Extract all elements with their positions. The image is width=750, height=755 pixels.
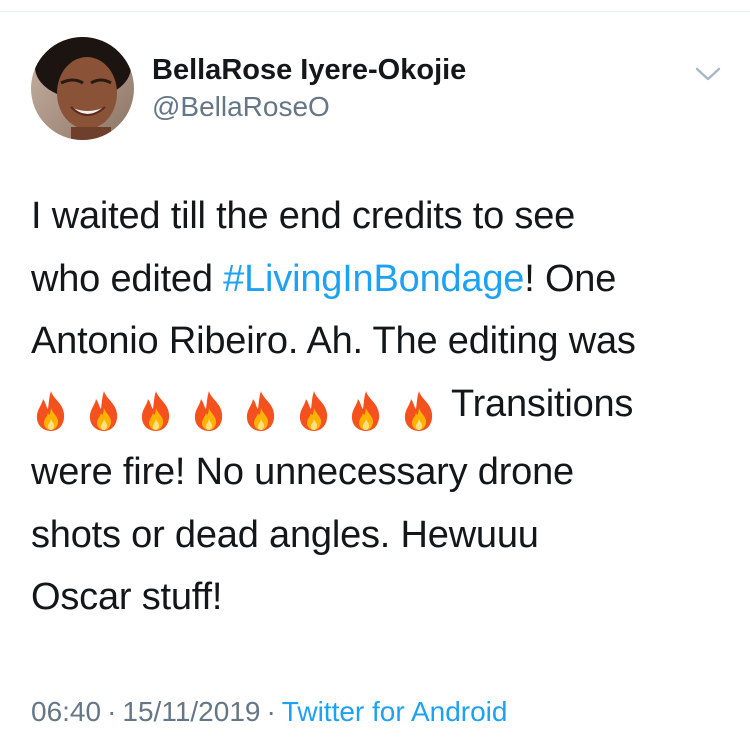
tweet-time: 06:40: [31, 696, 102, 727]
fire-emoji-icon: [189, 390, 229, 432]
tweet-line: Antonio Ribeiro. Ah. The editing was: [31, 320, 636, 362]
fire-emoji-icon: [346, 390, 386, 432]
avatar-photo-icon: [31, 37, 134, 140]
display-name[interactable]: BellaRose Iyere-Okojie: [152, 53, 466, 87]
chevron-down-icon: [695, 67, 721, 81]
tweet-line: Oscar stuff!: [31, 576, 223, 618]
user-handle[interactable]: @BellaRoseO: [152, 91, 330, 123]
top-divider: [0, 11, 750, 12]
tweet-meta: 06:40 · 15/11/2019 · Twitter for Android: [31, 694, 507, 730]
tweet-text-segment: who edited: [31, 257, 224, 300]
fire-emoji-icon: [399, 390, 439, 432]
tweet-source-link[interactable]: Twitter for Android: [282, 696, 508, 727]
fire-emoji-icon: [241, 390, 281, 432]
tweet-line: Transitions: [31, 373, 731, 442]
fire-emoji-row: [31, 379, 451, 442]
avatar[interactable]: [31, 37, 134, 140]
tweet-text-segment: ! One: [524, 257, 617, 300]
meta-separator: ·: [107, 696, 117, 727]
more-options-button[interactable]: [690, 60, 726, 88]
tweet-date: 15/11/2019: [122, 696, 261, 727]
tweet-line: I waited till the end credits to see: [31, 195, 576, 237]
fire-emoji-icon: [31, 390, 71, 432]
meta-separator: ·: [266, 696, 276, 727]
fire-emoji-icon: [84, 390, 124, 432]
fire-emoji-icon: [136, 390, 176, 432]
tweet-line: who edited #LivingInBondage! One: [31, 248, 731, 311]
tweet-body: I waited till the end credits to see who…: [31, 185, 731, 629]
fire-emoji-icon: [294, 390, 334, 432]
hashtag-link[interactable]: #LivingInBondage: [223, 258, 524, 300]
tweet-line: were fire! No unnecessary drone: [31, 451, 574, 493]
tweet-line: shots or dead angles. Hewuuu: [31, 513, 539, 556]
tweet-text-segment: Transitions: [451, 382, 634, 425]
